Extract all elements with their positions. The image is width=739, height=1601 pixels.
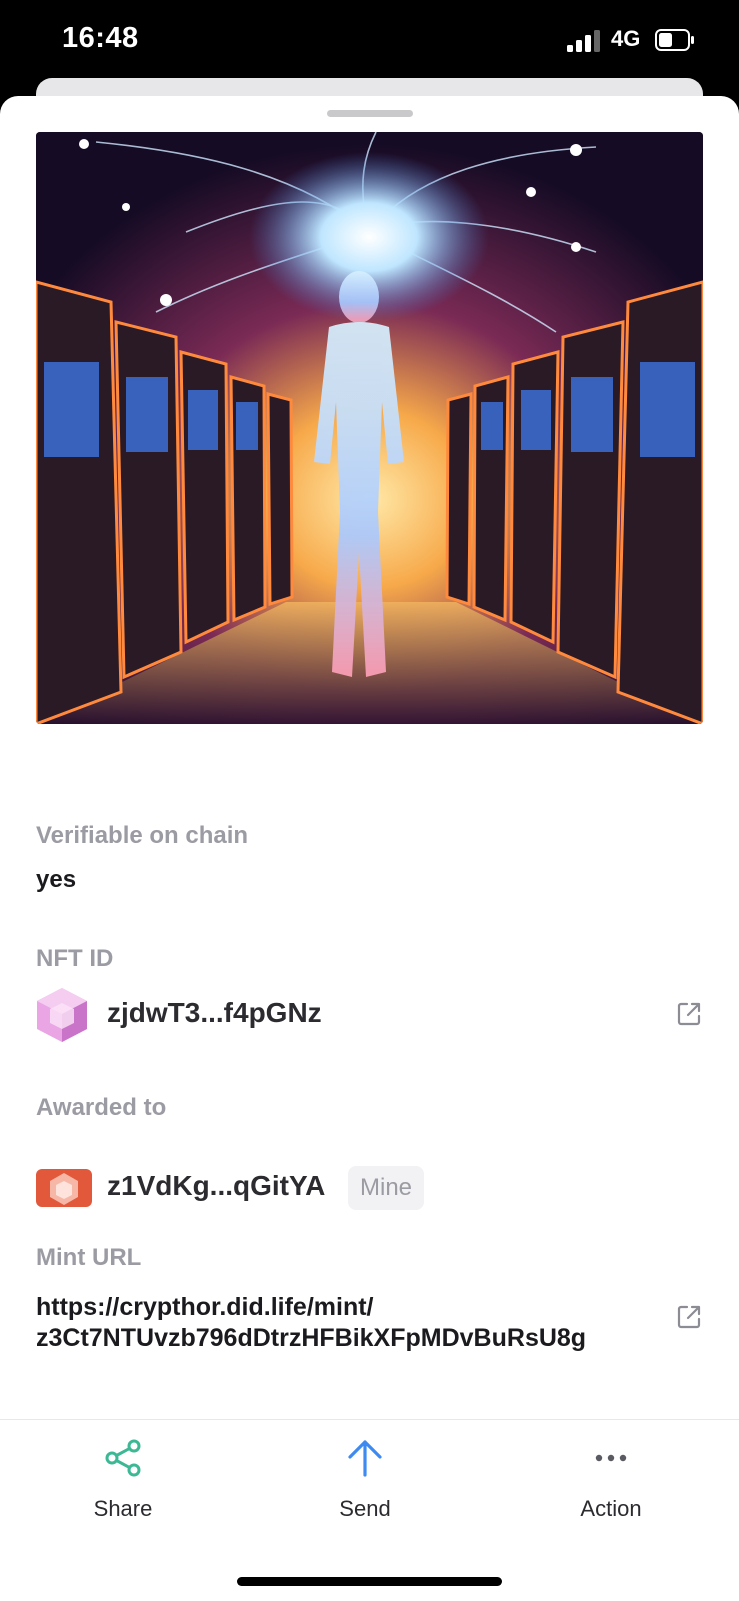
mint-url-label: Mint URL (36, 1244, 142, 1271)
share-label: Share (93, 1496, 153, 1521)
awarded-avatar (36, 1169, 92, 1207)
mint-url-value[interactable]: https://crypthor.did.life/mint/ z3Ct7NTU… (36, 1292, 636, 1354)
external-link-icon[interactable] (676, 1304, 702, 1330)
action-label: Action (580, 1496, 642, 1521)
awarded-value[interactable]: z1VdKg...qGitYA (107, 1170, 325, 1202)
bottom-action-bar: Share Send Action (0, 1419, 739, 1601)
verifiable-label: Verifiable on chain (36, 822, 249, 849)
verifiable-value: yes (36, 866, 77, 893)
send-label: Send (339, 1496, 391, 1521)
share-icon (105, 1439, 141, 1477)
share-button[interactable]: Share (23, 1420, 223, 1530)
nft-id-label: NFT ID (36, 945, 114, 972)
nft-id-value[interactable]: zjdwT3...f4pGNz (107, 997, 322, 1029)
nft-artwork-image[interactable] (36, 132, 703, 724)
nft-id-avatar (37, 988, 87, 1042)
signal-strength-icon (567, 30, 600, 52)
send-button[interactable]: Send (265, 1420, 465, 1530)
arrow-up-icon (348, 1440, 382, 1477)
nft-detail-sheet: Verifiable on chain yes NFT ID zjdwT3...… (0, 96, 739, 1600)
external-link-icon[interactable] (676, 1001, 702, 1027)
awarded-label: Awarded to (36, 1094, 167, 1121)
action-button[interactable]: Action (511, 1420, 711, 1530)
status-bar: 16:48 4G (0, 0, 739, 80)
network-type: 4G (611, 26, 641, 51)
nft-artwork-illustration (36, 132, 703, 724)
mint-url-line-1: https://crypthor.did.life/mint/ (36, 1293, 374, 1321)
status-time: 16:48 (62, 22, 139, 54)
home-indicator[interactable] (237, 1577, 502, 1586)
mine-badge: Mine (348, 1166, 425, 1210)
sheet-grabber[interactable] (327, 110, 413, 117)
battery-icon (655, 29, 694, 51)
more-dots-icon (595, 1454, 627, 1462)
mint-url-line-2: z3Ct7NTUvzb796dDtrzHFBikXFpMDvBuRsU8g (36, 1324, 587, 1352)
